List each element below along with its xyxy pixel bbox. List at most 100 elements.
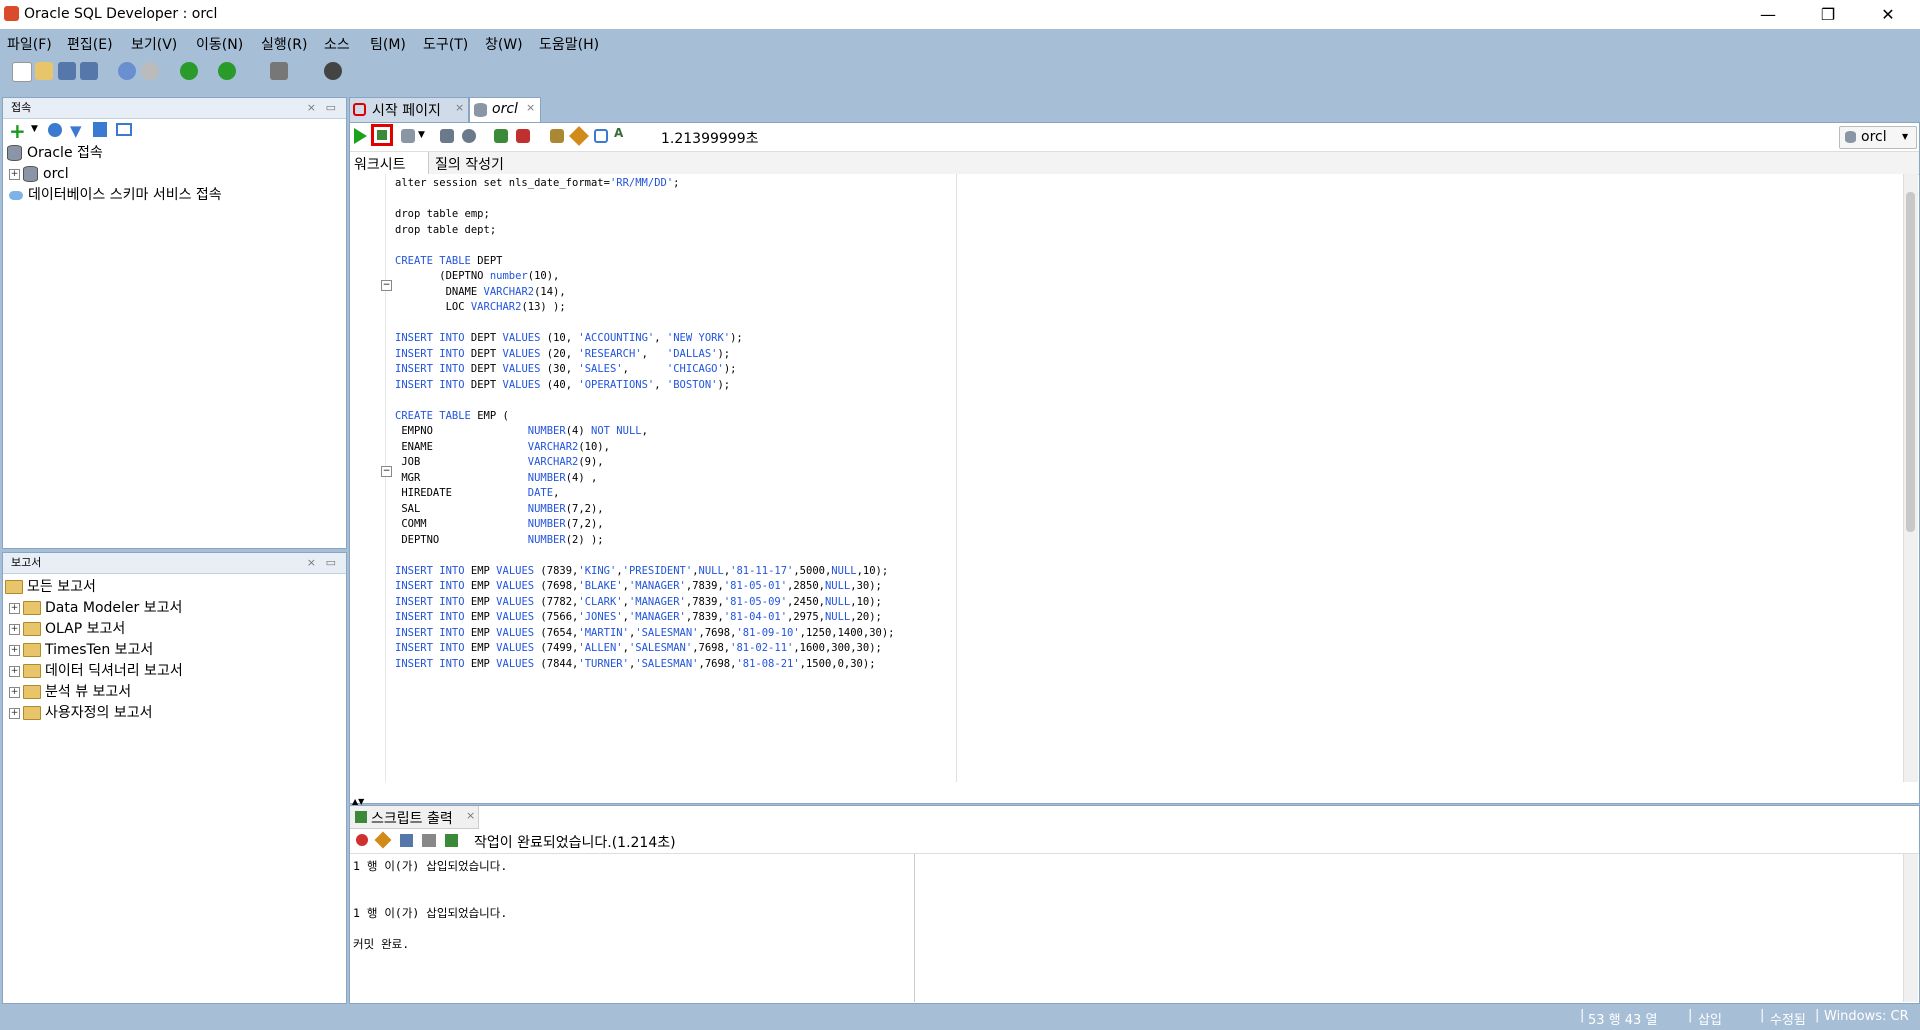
editor-vertical-scrollbar[interactable] xyxy=(1903,174,1918,782)
panel-close-icon[interactable]: × xyxy=(307,553,316,573)
pin-icon[interactable] xyxy=(356,834,368,846)
save-icon[interactable] xyxy=(400,834,413,847)
modified-state: 수정됨 xyxy=(1770,1013,1806,1028)
expand-icon[interactable]: + xyxy=(9,644,20,656)
rollback-icon[interactable] xyxy=(516,129,530,143)
code-line: SAL NUMBER(7,2), xyxy=(395,502,604,515)
code-line: INSERT INTO EMP VALUES (7839,'KING','PRE… xyxy=(395,564,889,577)
tab-orcl[interactable]: orcl × xyxy=(469,97,541,123)
format-case-icon[interactable]: A xyxy=(614,126,623,140)
explain-plan-icon[interactable] xyxy=(440,129,454,143)
tree-item-user-defined-reports[interactable]: + 사용자정의 보고서 xyxy=(3,703,153,724)
sql-worksheet-icon[interactable] xyxy=(270,62,288,80)
maximize-button[interactable]: ❐ xyxy=(1804,0,1852,29)
insert-mode: 삽입 xyxy=(1698,1013,1722,1028)
subtab-query-builder[interactable]: 질의 작성기 xyxy=(435,154,504,174)
dropdown-arrow-icon[interactable]: ▼ xyxy=(31,124,38,134)
tab-close-icon[interactable]: × xyxy=(526,101,535,114)
code-line: INSERT INTO EMP VALUES (7566,'JONES','MA… xyxy=(395,611,882,623)
subtab-worksheet[interactable]: 워크시트 xyxy=(350,152,429,174)
tree-item-olap-reports[interactable]: + OLAP 보고서 xyxy=(3,619,125,640)
cloud-icon xyxy=(9,190,23,200)
output-vertical-scrollbar[interactable] xyxy=(1903,854,1918,1002)
run-script-icon xyxy=(377,130,387,140)
menu-source[interactable]: 소스 xyxy=(324,34,350,56)
save-icon[interactable] xyxy=(58,62,76,80)
panel-minimize-icon[interactable]: ▭ xyxy=(326,98,336,118)
expand-icon[interactable]: + xyxy=(9,602,20,614)
dropdown-arrow-icon[interactable]: ▼ xyxy=(418,130,425,140)
code-line: INSERT INTO EMP VALUES (7499,'ALLEN','SA… xyxy=(395,642,882,654)
tab-close-icon[interactable]: × xyxy=(466,809,475,822)
clear-eraser-icon[interactable] xyxy=(374,831,392,849)
tab-close-icon[interactable]: × xyxy=(455,101,464,114)
reports-panel-header: 보고서 × ▭ xyxy=(3,553,346,574)
unshared-sql-icon[interactable] xyxy=(550,129,564,143)
connection-selector[interactable]: orcl ▼ xyxy=(1839,126,1917,149)
menu-view[interactable]: 보기(V) xyxy=(131,34,177,56)
code-editor[interactable]: − − alter session set nls_date_format='R… xyxy=(350,174,1903,782)
expand-icon[interactable]: + xyxy=(9,168,20,180)
expand-icon[interactable]: + xyxy=(9,665,20,677)
schema-browser-icon[interactable] xyxy=(93,122,107,137)
tree-item-timesten-reports[interactable]: + TimesTen 보고서 xyxy=(3,640,153,661)
minimize-button[interactable]: — xyxy=(1744,0,1792,29)
open-folder-icon[interactable] xyxy=(35,62,53,80)
code-line: CREATE TABLE EMP ( xyxy=(395,409,509,422)
menu-file[interactable]: 파일(F) xyxy=(7,34,52,56)
tree-item-data-dictionary-reports[interactable]: + 데이터 딕셔너리 보고서 xyxy=(3,661,183,682)
expand-icon[interactable]: + xyxy=(9,686,20,698)
script-output-icon xyxy=(355,811,367,823)
menu-edit[interactable]: 편집(E) xyxy=(67,34,113,56)
output-text-area[interactable]: 1 행 이(가) 삽입되었습니다. 1 행 이(가) 삽입되었습니다. 커밋 완료. xyxy=(350,854,915,1002)
menu-tools[interactable]: 도구(T) xyxy=(423,34,468,56)
clear-eraser-icon[interactable] xyxy=(569,126,589,146)
tree-item-cloud-connections[interactable]: 데이터베이스 스키마 서비스 접속 xyxy=(3,185,222,206)
run-script-button[interactable] xyxy=(371,124,393,146)
menu-window[interactable]: 창(W) xyxy=(485,34,523,56)
expand-icon[interactable]: + xyxy=(9,707,20,719)
tree-item-analytic-view-reports[interactable]: + 분석 뷰 보고서 xyxy=(3,682,131,703)
sql-history-icon[interactable] xyxy=(594,129,608,143)
fold-icon[interactable]: − xyxy=(381,466,392,477)
save-all-icon[interactable] xyxy=(80,62,98,80)
panel-close-icon[interactable]: × xyxy=(307,98,316,118)
tree-item-data-modeler-reports[interactable]: + Data Modeler 보고서 xyxy=(3,598,182,619)
menu-navigate[interactable]: 이동(N) xyxy=(196,34,243,56)
new-file-icon[interactable] xyxy=(12,62,32,82)
panel-minimize-icon[interactable]: ▭ xyxy=(326,553,336,573)
add-connection-icon[interactable]: + xyxy=(9,121,26,141)
refresh-icon[interactable] xyxy=(48,123,62,137)
binoculars-icon[interactable] xyxy=(324,62,342,80)
tree-item-orcl[interactable]: + orcl xyxy=(3,164,69,185)
code-line: drop table emp; xyxy=(395,208,490,220)
run-statement-icon[interactable] xyxy=(354,128,367,144)
autotrace-icon[interactable] xyxy=(401,129,415,143)
close-button[interactable]: ✕ xyxy=(1864,0,1912,29)
sql-tuning-icon[interactable] xyxy=(462,129,476,143)
menu-help[interactable]: 도움말(H) xyxy=(539,34,599,56)
tab-script-output[interactable]: 스크립트 출력 × xyxy=(350,806,479,829)
back-icon[interactable] xyxy=(180,62,198,80)
output-toolbar: 작업이 완료되었습니다.(1.214초) xyxy=(350,829,1919,854)
expand-icon[interactable]: + xyxy=(9,623,20,635)
menu-run[interactable]: 실행(R) xyxy=(261,34,307,56)
connections-view-icon[interactable] xyxy=(116,123,132,136)
start-page-icon xyxy=(353,103,366,116)
undo-icon[interactable] xyxy=(118,62,136,80)
forward-icon[interactable] xyxy=(218,62,236,80)
tree-item-all-reports[interactable]: 모든 보고서 xyxy=(5,577,96,598)
commit-icon[interactable] xyxy=(494,129,508,143)
output-lines: 1 행 이(가) 삽입되었습니다. 1 행 이(가) 삽입되었습니다. 커밋 완료. xyxy=(353,857,507,951)
tab-start-page[interactable]: 시작 페이지 × xyxy=(349,97,469,122)
scrollbar-thumb[interactable] xyxy=(1906,192,1915,532)
run-script-icon[interactable] xyxy=(445,834,458,847)
menu-team[interactable]: 팀(M) xyxy=(370,34,406,56)
tree-item-oracle-connections[interactable]: Oracle 접속 xyxy=(7,143,103,164)
redo-icon[interactable] xyxy=(141,62,159,80)
fold-icon[interactable]: − xyxy=(381,280,392,291)
filter-icon[interactable]: ▼ xyxy=(70,122,82,140)
print-icon[interactable] xyxy=(422,834,436,847)
database-connection-icon xyxy=(23,166,38,182)
